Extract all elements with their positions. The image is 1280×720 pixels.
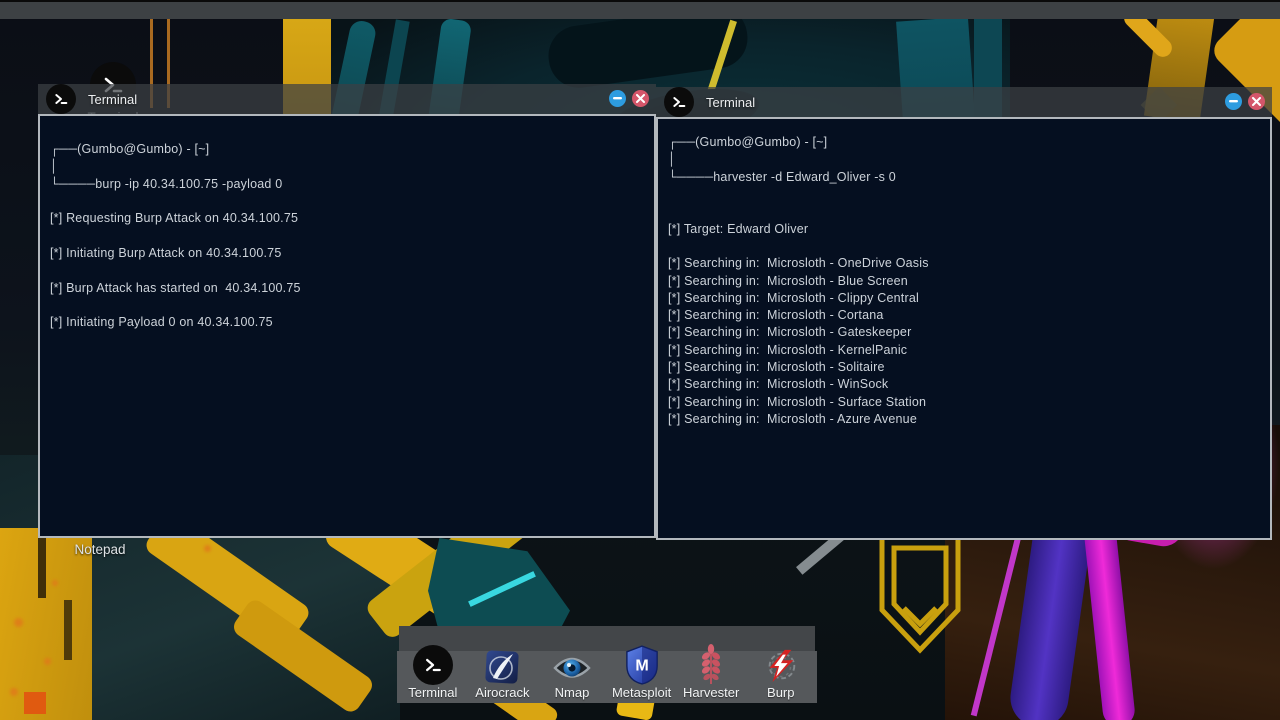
desktop-icon-notepad[interactable]: Notepad (55, 541, 145, 559)
top-bar (0, 0, 1280, 19)
dock-item-terminal[interactable]: Terminal (398, 651, 468, 703)
dock-item-burp[interactable]: Burp (746, 651, 816, 703)
terminal-prompt-icon (46, 84, 76, 114)
dock-top-strip (399, 626, 815, 651)
terminal-line: [*] Searching in: Microsloth - OneDrive … (668, 255, 1260, 272)
terminal-line: [*] Searching in: Microsloth - Cortana (668, 307, 1260, 324)
minimize-button[interactable] (1225, 93, 1242, 110)
terminal-output[interactable]: ┌──(Gumbo@Gumbo) - [~]│└────burp -ip 40.… (38, 114, 656, 538)
terminal-line (668, 238, 1260, 255)
terminal-line (50, 297, 644, 314)
minimize-icon (1229, 100, 1238, 103)
terminal-line (50, 193, 644, 210)
terminal-line: ┌──(Gumbo@Gumbo) - [~] (668, 134, 1260, 151)
terminal-line: [*] Searching in: Microsloth - Solitaire (668, 359, 1260, 376)
wallpaper-shape (64, 600, 72, 660)
terminal-line: │ (50, 158, 644, 175)
wallpaper-shape (24, 692, 46, 714)
terminal-line: [*] Searching in: Microsloth - KernelPan… (668, 342, 1260, 359)
terminal-window-harvester: Terminal ┌──(Gumbo@Gumbo) - [~]│└────har… (656, 87, 1272, 540)
terminal-line: │ (668, 151, 1260, 168)
terminal-line: [*] Requesting Burp Attack on 40.34.100.… (50, 210, 644, 227)
terminal-line: ┌──(Gumbo@Gumbo) - [~] (50, 141, 644, 158)
terminal-line (668, 203, 1260, 220)
terminal-window-burp: Terminal ┌──(Gumbo@Gumbo) - [~]│└────bur… (38, 84, 656, 538)
dock: Terminal Airocrack (397, 651, 817, 703)
terminal-line: [*] Searching in: Microsloth - Blue Scre… (668, 273, 1260, 290)
dock-item-nmap[interactable]: Nmap (537, 651, 607, 703)
terminal-line: └────burp -ip 40.34.100.75 -payload 0 (50, 176, 644, 193)
dock-item-label: Airocrack (475, 686, 529, 700)
window-titlebar[interactable]: Terminal (38, 84, 656, 114)
close-button[interactable] (632, 90, 649, 107)
terminal-line: [*] Initiating Payload 0 on 40.34.100.75 (50, 314, 644, 331)
wallpaper-particle (52, 580, 58, 586)
terminal-line (50, 228, 644, 245)
dock-item-label: Harvester (683, 686, 739, 700)
wallpaper-particle (10, 688, 18, 696)
terminal-line: [*] Searching in: Microsloth - Clippy Ce… (668, 290, 1260, 307)
feather-icon (484, 649, 520, 685)
window-title: Terminal (706, 95, 755, 110)
terminal-line: [*] Initiating Burp Attack on 40.34.100.… (50, 245, 644, 262)
terminal-prompt-icon (413, 645, 453, 685)
minimize-button[interactable] (609, 90, 626, 107)
window-titlebar[interactable]: Terminal (656, 87, 1272, 117)
wallpaper-shape (38, 528, 46, 598)
minimize-icon (613, 97, 622, 100)
svg-text:M: M (635, 657, 648, 675)
wallpaper-particle (14, 618, 23, 627)
terminal-line: [*] Searching in: Microsloth - Surface S… (668, 394, 1260, 411)
close-icon (1252, 97, 1261, 106)
window-title: Terminal (88, 92, 137, 107)
close-icon (636, 94, 645, 103)
dock-item-airocrack[interactable]: Airocrack (468, 651, 538, 703)
dock-item-label: Terminal (408, 686, 457, 700)
lightning-icon (762, 647, 800, 685)
eye-icon (552, 651, 592, 685)
terminal-line (668, 186, 1260, 203)
terminal-line: [*] Searching in: Microsloth - Azure Ave… (668, 411, 1260, 428)
desktop-screen: Terminal Notepad Terminal (0, 0, 1280, 720)
dock-item-label: Metasploit (612, 686, 671, 700)
close-button[interactable] (1248, 93, 1265, 110)
wallpaper-particle (204, 545, 211, 552)
terminal-output[interactable]: ┌──(Gumbo@Gumbo) - [~]│└────harvester -d… (656, 117, 1272, 540)
dock-item-label: Burp (767, 686, 794, 700)
terminal-line: [*] Searching in: Microsloth - Gateskeep… (668, 324, 1260, 341)
dock-item-harvester[interactable]: Harvester (676, 651, 746, 703)
terminal-line: [*] Searching in: Microsloth - WinSock (668, 376, 1260, 393)
desktop-icon-label: Notepad (74, 542, 125, 557)
terminal-line: [*] Burp Attack has started on 40.34.100… (50, 280, 644, 297)
shield-m-icon: M (625, 645, 659, 685)
dock-item-metasploit[interactable]: M Metasploit (607, 651, 677, 703)
terminal-line: └────harvester -d Edward_Oliver -s 0 (668, 169, 1260, 186)
dock-item-label: Nmap (555, 686, 590, 700)
wallpaper-particle (44, 658, 51, 665)
terminal-prompt-icon (664, 87, 694, 117)
wallpaper-shield-badge (870, 530, 970, 670)
terminal-line: [*] Target: Edward Oliver (668, 221, 1260, 238)
terminal-line (50, 262, 644, 279)
wheat-icon (699, 645, 723, 685)
